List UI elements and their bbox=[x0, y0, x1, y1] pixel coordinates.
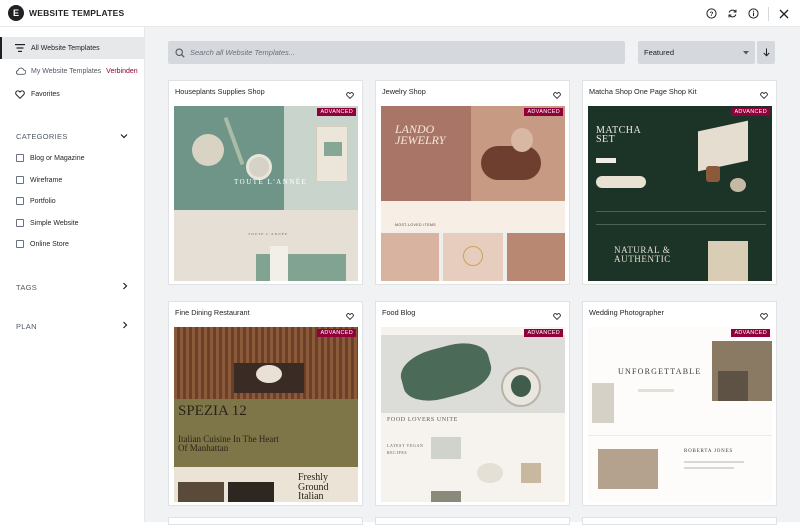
nav-my-website-templates[interactable]: My Website Templates Verbinden bbox=[0, 60, 144, 82]
nav-favorites[interactable]: Favorites bbox=[0, 83, 144, 105]
chevron-right-icon bbox=[122, 321, 128, 331]
preview-footer: ROBERTA JONES bbox=[684, 449, 734, 454]
preview-headline: UNFORGETTABLE bbox=[618, 367, 702, 376]
caret-down-icon bbox=[743, 48, 749, 57]
favorite-heart-icon[interactable] bbox=[760, 86, 768, 104]
template-preview[interactable]: ADVANCED SPEZIA 12 Italian Cuisine In Th… bbox=[174, 327, 358, 502]
favorite-heart-icon[interactable] bbox=[346, 307, 354, 325]
connect-link[interactable]: Verbinden bbox=[106, 68, 138, 75]
tags-header[interactable]: TAGS bbox=[16, 282, 128, 292]
checkbox[interactable] bbox=[16, 176, 24, 184]
plan-header[interactable]: PLAN bbox=[16, 321, 128, 331]
template-card-partial[interactable] bbox=[375, 517, 570, 525]
card-title: Matcha Shop One Page Shop Kit bbox=[589, 87, 697, 96]
sort-select[interactable]: Featured bbox=[638, 41, 755, 64]
template-card-houseplants[interactable]: Houseplants Supplies Shop ADVANCED TOUTE… bbox=[168, 80, 363, 285]
category-label: Wireframe bbox=[30, 176, 63, 184]
preview-extra: Freshly Ground Italian bbox=[298, 472, 329, 502]
category-label: Blog or Magazine bbox=[30, 154, 85, 162]
category-simple-website[interactable]: Simple Website bbox=[16, 219, 79, 227]
template-card-partial[interactable] bbox=[582, 517, 777, 525]
preview-footer: Italian Cuisine In The Heart Of Manhatta… bbox=[178, 434, 279, 453]
sort-value: Featured bbox=[644, 48, 675, 57]
template-preview[interactable]: ADVANCED FOOD LOVERS UNITE LATEST VEGAN … bbox=[381, 327, 565, 502]
arrow-down-icon bbox=[762, 44, 770, 62]
categories-header[interactable]: CATEGORIES bbox=[16, 132, 128, 141]
template-card-fine-dining[interactable]: Fine Dining Restaurant ADVANCED SPEZIA 1… bbox=[168, 301, 363, 506]
category-wireframe[interactable]: Wireframe bbox=[16, 176, 62, 184]
template-preview[interactable]: ADVANCED LANDO JEWELRY MOST-LOVED ITEMS bbox=[381, 106, 565, 281]
sync-icon[interactable] bbox=[724, 5, 741, 22]
card-title: Fine Dining Restaurant bbox=[175, 308, 250, 317]
template-card-partial[interactable] bbox=[168, 517, 363, 525]
nav-label: Favorites bbox=[31, 90, 60, 98]
search-icon bbox=[175, 47, 185, 58]
template-card-jewelry[interactable]: Jewelry Shop ADVANCED LANDO JEWELRY MOST… bbox=[375, 80, 570, 285]
template-card-wedding[interactable]: Wedding Photographer ADVANCED UNFORGETTA… bbox=[582, 301, 777, 506]
advanced-badge: ADVANCED bbox=[731, 108, 770, 116]
nav-all-website-templates[interactable]: All Website Templates bbox=[0, 37, 144, 59]
template-preview[interactable]: ADVANCED MATCHA SET NATURAL & AUTHENTIC bbox=[588, 106, 772, 281]
info-icon[interactable] bbox=[745, 5, 762, 22]
card-title: Jewelry Shop bbox=[382, 87, 426, 96]
preview-footer: MOST-LOVED ITEMS bbox=[395, 223, 437, 227]
header-actions: ? bbox=[703, 5, 792, 22]
help-icon[interactable]: ? bbox=[703, 5, 720, 22]
favorite-heart-icon[interactable] bbox=[760, 307, 768, 325]
preview-headline: LANDO JEWELRY bbox=[395, 122, 446, 147]
card-title: Food Blog bbox=[382, 308, 416, 317]
category-blog-or-magazine[interactable]: Blog or Magazine bbox=[16, 154, 84, 162]
preview-headline: MATCHA SET bbox=[596, 125, 641, 145]
search-input[interactable] bbox=[190, 48, 590, 57]
checkbox[interactable] bbox=[16, 154, 24, 162]
header-divider bbox=[768, 6, 769, 21]
close-icon[interactable] bbox=[775, 5, 792, 22]
cloud-icon bbox=[14, 65, 26, 77]
preview-footer: NATURAL & AUTHENTIC bbox=[614, 245, 671, 264]
chevron-right-icon bbox=[122, 282, 128, 292]
checkbox[interactable] bbox=[16, 197, 24, 205]
categories-label: CATEGORIES bbox=[16, 132, 68, 141]
checkbox[interactable] bbox=[16, 219, 24, 227]
category-online-store[interactable]: Online Store bbox=[16, 240, 69, 248]
advanced-badge: ADVANCED bbox=[524, 329, 563, 337]
filter-lines-icon bbox=[14, 42, 26, 54]
sort-direction-button[interactable] bbox=[757, 41, 775, 64]
search-bar[interactable] bbox=[168, 41, 625, 64]
favorite-heart-icon[interactable] bbox=[346, 86, 354, 104]
tags-label: TAGS bbox=[16, 282, 38, 292]
preview-headline: TOUTE L'ANNÉE bbox=[234, 178, 308, 186]
nav-label: My Website Templates bbox=[31, 67, 102, 75]
template-preview[interactable]: ADVANCED UNFORGETTABLE ROBERTA JONES bbox=[588, 327, 772, 502]
favorite-heart-icon[interactable] bbox=[553, 307, 561, 325]
card-title: Houseplants Supplies Shop bbox=[175, 87, 265, 96]
advanced-badge: ADVANCED bbox=[731, 329, 770, 337]
heart-icon bbox=[14, 88, 26, 100]
elementor-logo-icon: E bbox=[8, 5, 24, 21]
nav-label: All Website Templates bbox=[31, 44, 100, 52]
advanced-badge: ADVANCED bbox=[317, 108, 356, 116]
checkbox[interactable] bbox=[16, 240, 24, 248]
category-label: Portfolio bbox=[30, 197, 56, 205]
category-label: Simple Website bbox=[30, 219, 79, 227]
preview-headline: FOOD LOVERS UNITE bbox=[387, 417, 458, 423]
template-card-food-blog[interactable]: Food Blog ADVANCED FOOD LOVERS UNITE LAT… bbox=[375, 301, 570, 506]
advanced-badge: ADVANCED bbox=[317, 329, 356, 337]
category-portfolio[interactable]: Portfolio bbox=[16, 197, 56, 205]
preview-footer: LATEST VEGAN RECIPES bbox=[387, 443, 424, 455]
sidebar: All Website Templates My Website Templat… bbox=[0, 27, 145, 522]
header-bar: E WEBSITE TEMPLATES ? bbox=[0, 0, 800, 27]
card-title: Wedding Photographer bbox=[589, 308, 664, 317]
category-label: Online Store bbox=[30, 240, 69, 248]
template-preview[interactable]: ADVANCED TOUTE L'ANNÉE TOUTE L'ANNÉE bbox=[174, 106, 358, 281]
advanced-badge: ADVANCED bbox=[524, 108, 563, 116]
svg-text:?: ? bbox=[710, 11, 714, 18]
plan-label: PLAN bbox=[16, 321, 37, 331]
preview-footer: TOUTE L'ANNÉE bbox=[248, 232, 288, 236]
preview-headline: SPEZIA 12 bbox=[178, 403, 247, 419]
app-title: WEBSITE TEMPLATES bbox=[29, 8, 125, 18]
favorite-heart-icon[interactable] bbox=[553, 86, 561, 104]
chevron-down-icon bbox=[120, 132, 128, 141]
template-card-matcha[interactable]: Matcha Shop One Page Shop Kit ADVANCED M… bbox=[582, 80, 777, 285]
